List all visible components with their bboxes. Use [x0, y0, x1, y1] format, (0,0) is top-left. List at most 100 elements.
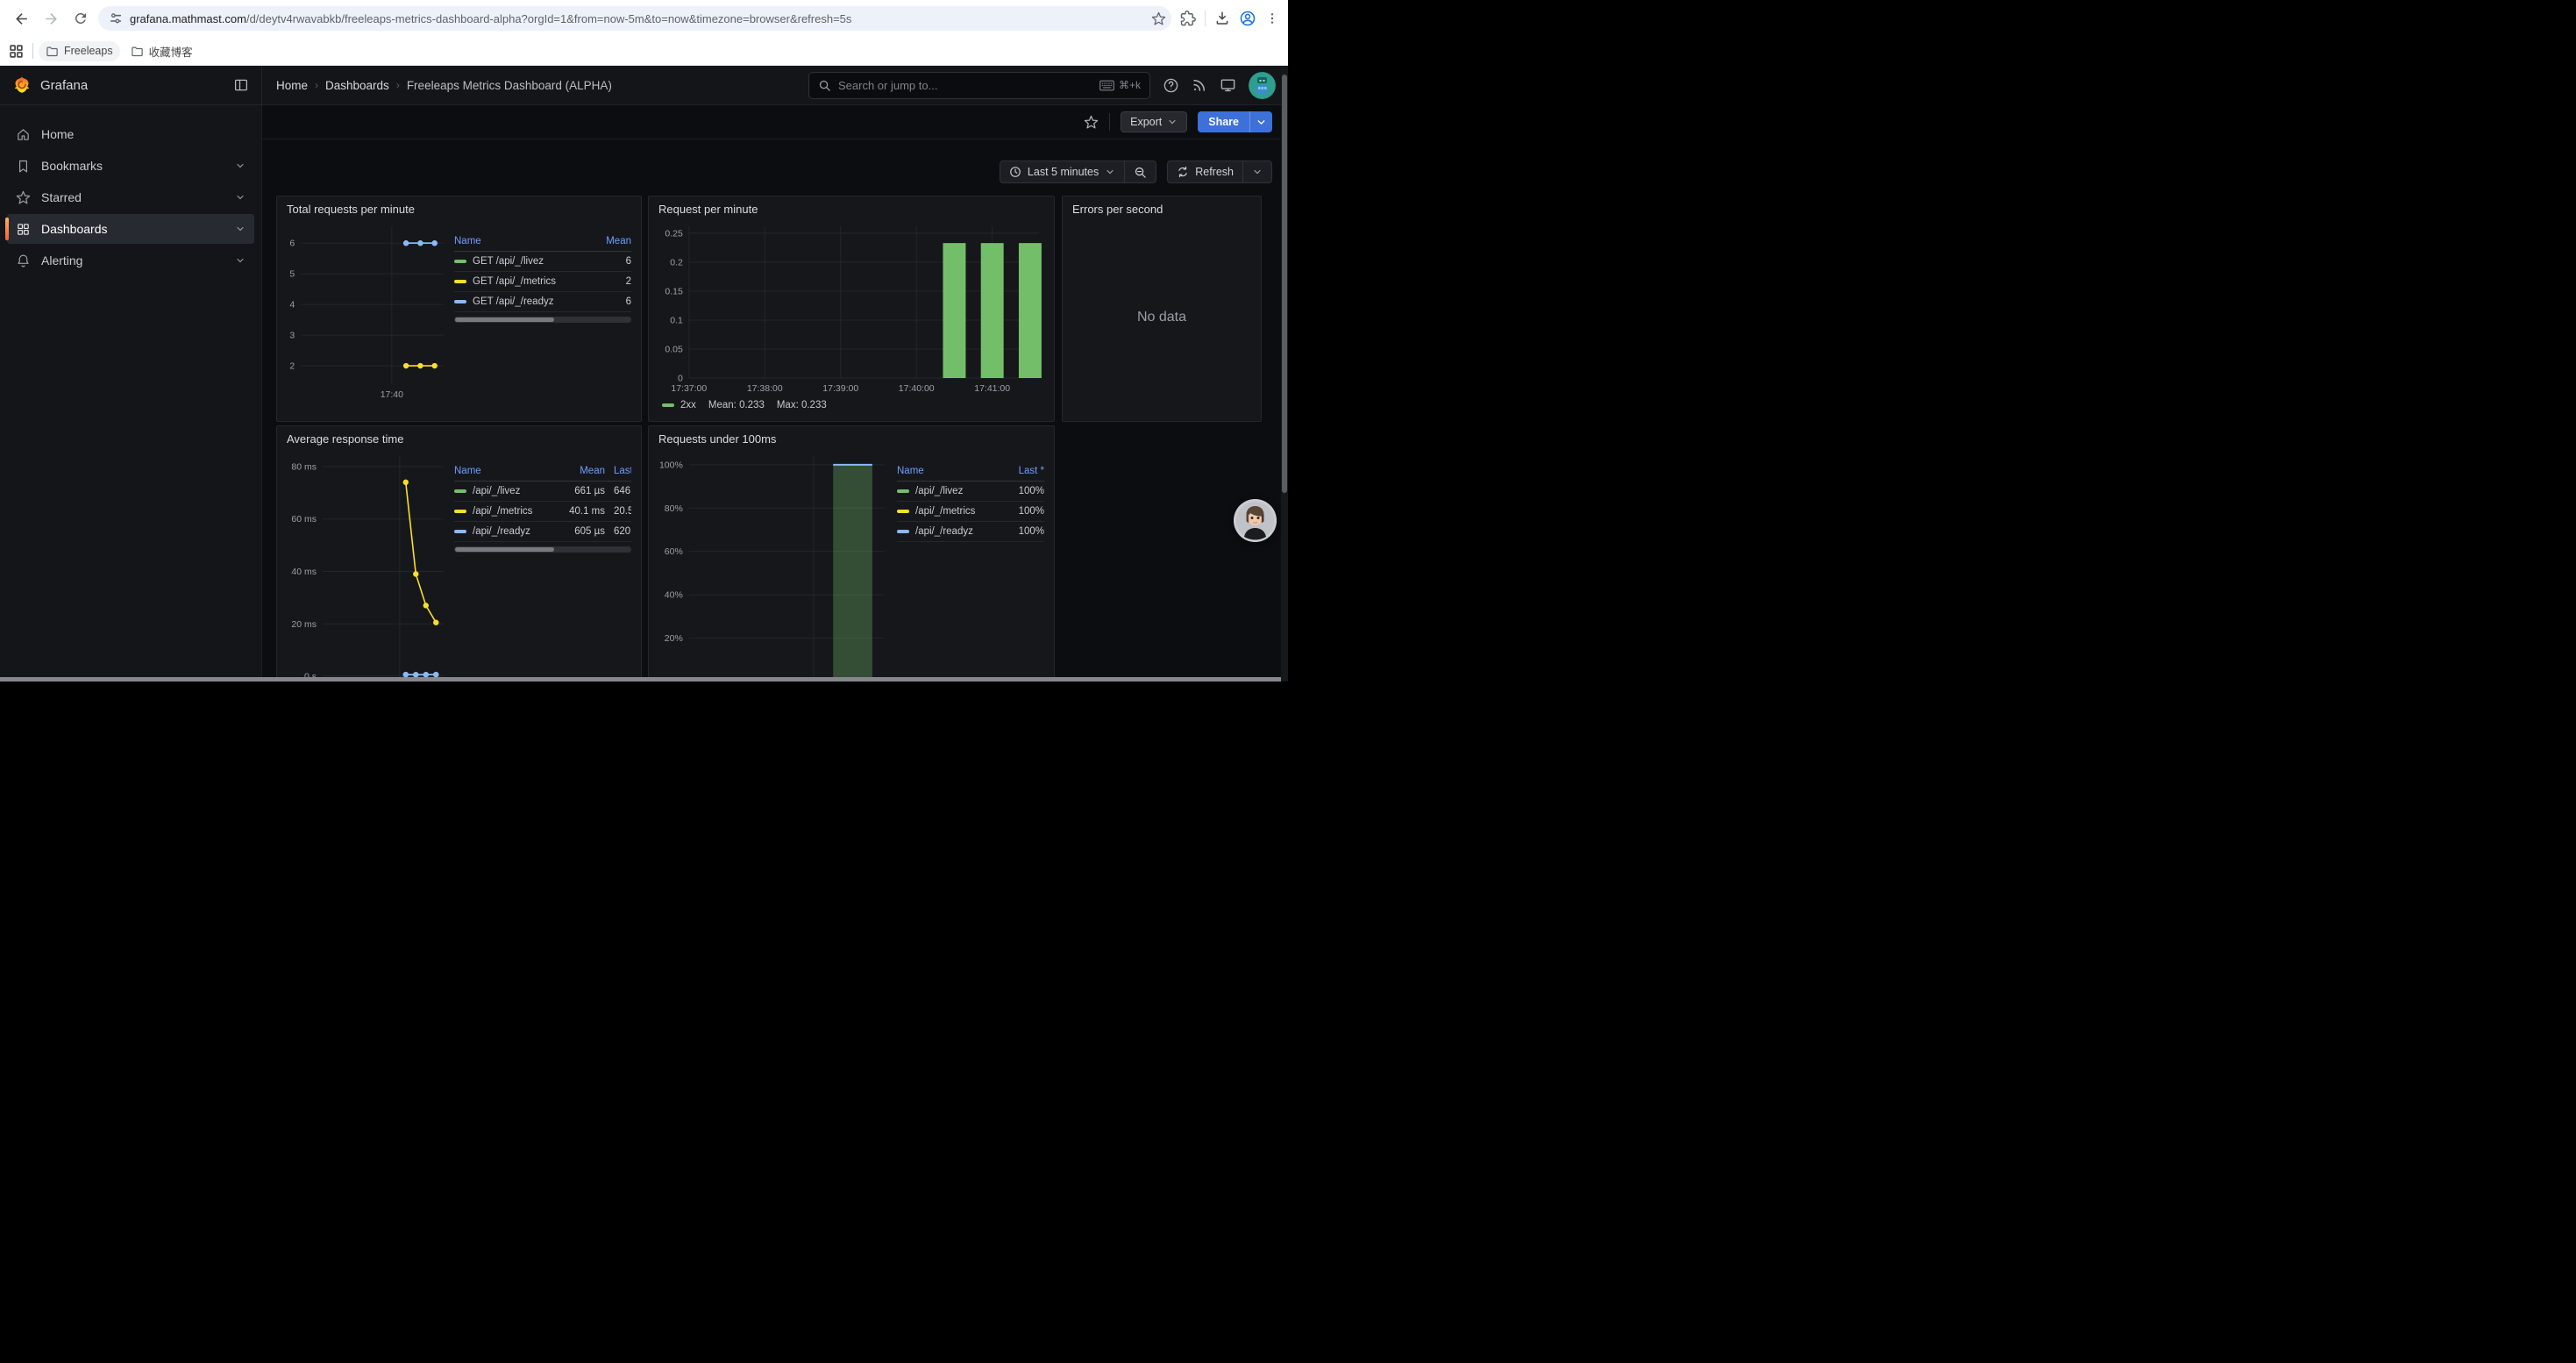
- legend-column-header[interactable]: Name: [897, 466, 1006, 476]
- series-name: GET /api/_/livez: [473, 256, 544, 267]
- bookmark-folder[interactable]: Freeleaps: [39, 41, 120, 61]
- time-range-button[interactable]: Last 5 minutes: [1000, 161, 1124, 182]
- dock-sidebar-icon[interactable]: [233, 77, 249, 93]
- series-value: 2: [596, 276, 631, 287]
- user-avatar[interactable]: [1249, 72, 1276, 99]
- profile-icon[interactable]: [1239, 10, 1256, 27]
- series-name: /api/_/readyz: [915, 526, 973, 537]
- legend-row[interactable]: /api/_/metrics40.1 ms20.5 ms: [454, 502, 631, 522]
- panel-title[interactable]: Requests under 100ms: [658, 432, 1044, 446]
- grafana-topnav: Grafana Home›Dashboards›Freeleaps Metric…: [0, 66, 1288, 105]
- url-bar[interactable]: grafana.mathmast.com/d/deytv4rwavabkb/fr…: [98, 6, 1171, 31]
- refresh-interval-chevron[interactable]: [1242, 161, 1271, 182]
- legend-row[interactable]: /api/_/livez100%: [897, 482, 1044, 502]
- extensions-icon[interactable]: [1180, 11, 1196, 26]
- legend-row[interactable]: GET /api/_/livez6: [454, 252, 631, 272]
- zoom-out-button[interactable]: [1124, 161, 1156, 182]
- legend-column-header[interactable]: Name: [454, 466, 559, 476]
- keyboard-icon: [1099, 80, 1114, 91]
- legend-hscrollbar[interactable]: [454, 317, 631, 323]
- legend-row[interactable]: /api/_/metrics100%: [897, 502, 1044, 522]
- legend-table: NameMeanLast * /api/_/livez661 µs646 µs/a…: [454, 461, 631, 553]
- assistant-avatar-button[interactable]: [1234, 499, 1277, 542]
- horizontal-scrollbar[interactable]: [0, 677, 1281, 682]
- legend-row[interactable]: /api/_/readyz100%: [897, 522, 1044, 542]
- under-100ms-chart[interactable]: 0%20%40%60%80%100%17:40: [658, 449, 890, 682]
- svg-text:0.15: 0.15: [665, 286, 683, 296]
- chevron-down-icon[interactable]: [235, 192, 246, 203]
- legend-column-header[interactable]: Mean: [559, 466, 605, 476]
- forward-icon[interactable]: [39, 6, 63, 31]
- panel-title[interactable]: Request per minute: [658, 203, 1044, 216]
- svg-text:17:37:00: 17:37:00: [671, 383, 707, 394]
- breadcrumb-item[interactable]: Home: [276, 79, 308, 92]
- sidebar-item-starred[interactable]: Starred: [7, 182, 254, 212]
- time-range-picker[interactable]: Last 5 minutes: [1000, 161, 1156, 183]
- sidebar-item-dashboards[interactable]: Dashboards: [7, 214, 254, 244]
- news-rss-icon[interactable]: [1192, 77, 1207, 93]
- share-menu-chevron[interactable]: [1249, 111, 1272, 132]
- svg-text:17:38:00: 17:38:00: [747, 383, 783, 394]
- legend-column-header[interactable]: Last *: [1006, 466, 1044, 476]
- url-text[interactable]: grafana.mathmast.com/d/deytv4rwavabkb/fr…: [130, 12, 1144, 25]
- apps-grid-icon[interactable]: [9, 44, 24, 59]
- svg-text:60%: 60%: [665, 546, 683, 557]
- refresh-button[interactable]: Refresh: [1168, 161, 1242, 182]
- series-pill: [897, 510, 909, 513]
- svg-text:60 ms: 60 ms: [291, 514, 317, 525]
- series-value: 6: [596, 296, 631, 307]
- svg-text:3: 3: [289, 331, 295, 341]
- site-settings-icon[interactable]: [109, 11, 123, 25]
- legend-row[interactable]: /api/_/livez661 µs646 µs: [454, 482, 631, 502]
- help-icon[interactable]: [1163, 77, 1179, 94]
- export-button[interactable]: Export: [1121, 111, 1187, 132]
- vertical-scrollbar[interactable]: [1281, 66, 1288, 682]
- series-value: 646 µs: [605, 486, 631, 496]
- total-requests-chart[interactable]: 2345617:40: [287, 219, 449, 402]
- breadcrumb-item[interactable]: Dashboards: [325, 79, 389, 92]
- downloads-icon[interactable]: [1214, 11, 1230, 26]
- vertical-scrollbar-thumb[interactable]: [1282, 75, 1287, 493]
- search-input[interactable]: Search or jump to... ⌘+k: [808, 72, 1150, 99]
- chevron-down-icon: [1167, 117, 1178, 127]
- sidebar-item-bookmarks[interactable]: Bookmarks: [7, 151, 254, 181]
- svg-text:2: 2: [289, 361, 295, 372]
- legend-table: NameLast * /api/_/livez100%/api/_/metrics…: [897, 461, 1044, 542]
- browser-menu-icon[interactable]: [1265, 11, 1279, 25]
- topnav-actions: Search or jump to... ⌘+k: [808, 72, 1288, 99]
- bookmark-star-icon[interactable]: [1151, 11, 1166, 26]
- bookmark-folder[interactable]: 收藏博客: [124, 39, 200, 63]
- share-button[interactable]: Share: [1198, 111, 1272, 132]
- chevron-down-icon[interactable]: [235, 161, 246, 171]
- refresh-picker[interactable]: Refresh: [1167, 161, 1272, 183]
- legend-column-header[interactable]: Mean: [596, 236, 631, 246]
- request-per-minute-chart[interactable]: 00.050.10.150.20.2517:37:0017:38:0017:39…: [658, 219, 1044, 396]
- sidebar-item-home[interactable]: Home: [7, 119, 254, 149]
- panel-title[interactable]: Average response time: [287, 432, 631, 446]
- legend-row[interactable]: GET /api/_/metrics2: [454, 272, 631, 292]
- search-icon: [818, 79, 831, 92]
- series-name: GET /api/_/readyz: [473, 296, 553, 307]
- legend-column-header[interactable]: Name: [454, 236, 596, 246]
- chrome-actions: [1177, 10, 1279, 27]
- kiosk-monitor-icon[interactable]: [1220, 77, 1236, 94]
- legend-hscrollbar[interactable]: [454, 546, 631, 553]
- favorite-star-icon[interactable]: [1084, 115, 1099, 130]
- avg-response-chart[interactable]: 0 s20 ms40 ms60 ms80 ms17:40: [287, 449, 449, 682]
- legend-column-header[interactable]: Last *: [605, 466, 631, 476]
- sidebar-item-label: Alerting: [41, 253, 224, 268]
- sidebar-item-alerting[interactable]: Alerting: [7, 246, 254, 275]
- chevron-down-icon[interactable]: [235, 224, 246, 234]
- grafana-logo-icon[interactable]: [12, 75, 32, 95]
- back-icon[interactable]: [9, 6, 33, 31]
- panel-title[interactable]: Total requests per minute: [287, 203, 631, 216]
- legend-row[interactable]: GET /api/_/readyz 6: [454, 292, 631, 312]
- svg-text:80 ms: 80 ms: [291, 461, 317, 472]
- legend-row[interactable]: /api/_/readyz605 µs620 µs: [454, 522, 631, 542]
- time-controls: Last 5 minutes Refresh: [262, 139, 1288, 196]
- legend-item-2xx[interactable]: 2xx: [662, 400, 696, 410]
- breadcrumb-separator: ›: [396, 79, 400, 91]
- reload-icon[interactable]: [68, 6, 93, 31]
- panel-title[interactable]: Errors per second: [1072, 203, 1251, 216]
- chevron-down-icon[interactable]: [235, 255, 246, 266]
